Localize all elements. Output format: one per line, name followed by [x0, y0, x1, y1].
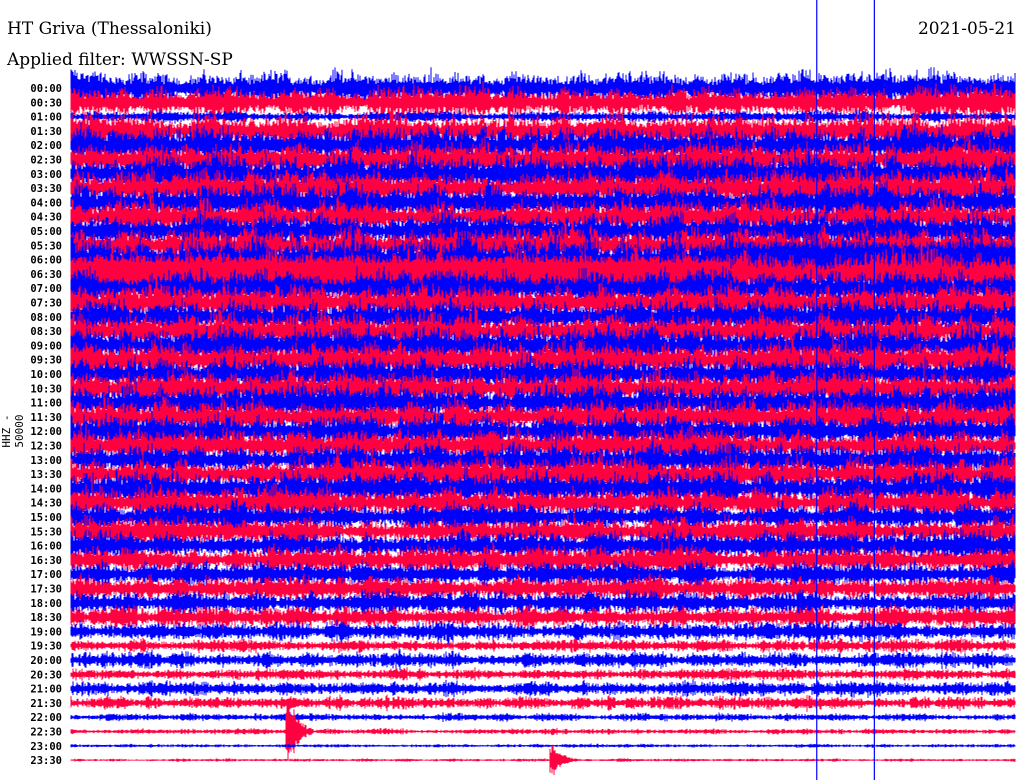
time-tick-label: 00:30 — [30, 97, 62, 109]
time-tick-label: 12:00 — [30, 426, 62, 438]
time-tick-label: 14:00 — [30, 483, 62, 495]
time-tick-label: 07:00 — [30, 283, 62, 295]
time-tick-label: 01:00 — [30, 112, 62, 124]
time-tick-label: 13:30 — [30, 469, 62, 481]
seismic-trace — [70, 743, 1016, 748]
seismic-trace — [70, 712, 1016, 722]
time-tick-label: 11:30 — [30, 412, 62, 424]
time-tick-label: 12:30 — [30, 441, 62, 453]
seismic-trace — [70, 667, 1016, 682]
time-tick-label: 17:00 — [30, 569, 62, 581]
seismic-trace — [70, 694, 1016, 712]
seismic-trace — [70, 649, 1016, 671]
time-tick-label: 05:30 — [30, 240, 62, 252]
time-tick-label: 22:00 — [30, 712, 62, 724]
time-tick-label: 16:00 — [30, 541, 62, 553]
time-tick-label: 23:30 — [30, 755, 62, 767]
time-tick-label: 20:30 — [30, 669, 62, 681]
time-tick-label: 17:30 — [30, 584, 62, 596]
time-tick-label: 06:30 — [30, 269, 62, 281]
time-tick-label: 18:30 — [30, 612, 62, 624]
time-tick-label: 20:00 — [30, 655, 62, 667]
helicorder-plot: 00:00 00:30 01:00 01:30 02:00 02:30 03:00 03:30… — [30, 0, 1016, 780]
time-tick-label: 00:00 — [30, 83, 62, 95]
time-tick-label: 08:00 — [30, 312, 62, 324]
time-tick-label: 04:30 — [30, 212, 62, 224]
time-tick-label: 10:00 — [30, 369, 62, 381]
time-tick-label: 04:00 — [30, 197, 62, 209]
time-tick-label: 02:30 — [30, 155, 62, 167]
time-tick-label: 19:00 — [30, 626, 62, 638]
time-tick-label: 23:00 — [30, 741, 62, 753]
time-tick-label: 01:30 — [30, 126, 62, 138]
seismic-trace — [70, 637, 1016, 654]
time-tick-label: 22:30 — [30, 727, 62, 739]
time-tick-label: 03:30 — [30, 183, 62, 195]
time-tick-label: 08:30 — [30, 326, 62, 338]
time-tick-label: 13:00 — [30, 455, 62, 467]
time-tick-label: 06:00 — [30, 255, 62, 267]
time-tick-label: 16:30 — [30, 555, 62, 567]
time-tick-label: 02:00 — [30, 140, 62, 152]
time-tick-label: 03:00 — [30, 169, 62, 181]
time-tick-label: 21:30 — [30, 698, 62, 710]
seismic-trace — [70, 679, 1016, 698]
seismic-trace — [70, 745, 1016, 775]
time-tick-label: 21:00 — [30, 684, 62, 696]
time-tick-label: 07:30 — [30, 298, 62, 310]
time-tick-label: 11:00 — [30, 398, 62, 410]
seismic-trace — [70, 701, 1016, 760]
time-tick-label: 14:30 — [30, 498, 62, 510]
time-tick-label: 09:00 — [30, 340, 62, 352]
time-tick-label: 19:30 — [30, 641, 62, 653]
time-tick-label: 15:00 — [30, 512, 62, 524]
time-tick-label: 10:30 — [30, 383, 62, 395]
time-tick-label: 18:00 — [30, 598, 62, 610]
time-tick-label: 05:00 — [30, 226, 62, 238]
time-tick-label: 15:30 — [30, 526, 62, 538]
time-tick-label: 09:30 — [30, 355, 62, 367]
